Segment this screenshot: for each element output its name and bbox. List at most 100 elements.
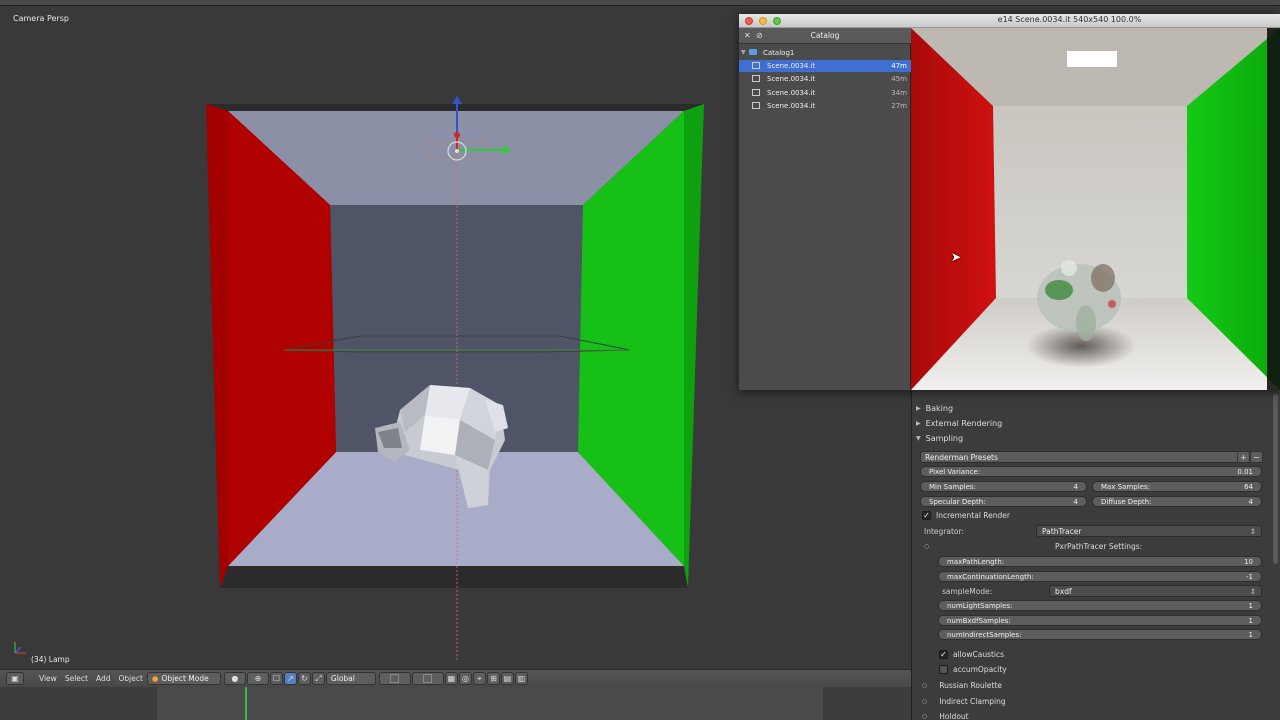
remove-preset-button[interactable]: − — [1250, 451, 1263, 463]
catalog-header: ✕ ⊘ Catalog — [739, 28, 911, 44]
num-bxdf-samples-field[interactable]: numBxdfSamples: 1 — [938, 615, 1262, 626]
collapse-dot-icon: ○ — [922, 682, 928, 689]
max-samples-field[interactable]: Max Samples: 64 — [1092, 481, 1262, 492]
image-icon — [752, 102, 760, 109]
specular-depth-label: Specular Depth: — [929, 497, 986, 506]
pxr-settings-expander[interactable]: ○ — [924, 541, 929, 552]
renderman-presets-menu[interactable]: Renderman Presets⇕ — [920, 451, 1260, 463]
allow-caustics-checkbox[interactable]: ✓ allowCaustics — [939, 649, 1004, 660]
shading-dropdown[interactable]: ● — [223, 672, 246, 685]
indirect-clamping-expander[interactable]: ○ Indirect Clamping — [922, 696, 1006, 707]
holdout-expander[interactable]: ○ Holdout — [922, 711, 969, 720]
catalog-item[interactable]: Scene.0034.it 34m — [739, 87, 911, 99]
expand-triangle-icon: ▼ — [741, 49, 746, 56]
max-samples-label: Max Samples: — [1101, 482, 1150, 491]
render-drawing — [911, 28, 1280, 390]
catalog-root[interactable]: ▼ Catalog1 — [739, 47, 911, 59]
sample-mode-label: sampleMode: — [942, 587, 993, 596]
max-continuation-length-value: -1 — [1246, 572, 1253, 581]
editor-type-button[interactable]: ▣ — [6, 672, 24, 685]
orientation-label: Global — [330, 674, 355, 683]
layer-lock-icon[interactable]: ▦ — [444, 672, 458, 685]
collapse-dot-icon: ○ — [922, 698, 928, 705]
render-icon[interactable]: ▤ — [500, 672, 514, 685]
menu-add[interactable]: Add — [92, 672, 115, 685]
mode-label: Object Mode — [161, 674, 209, 683]
specular-depth-value: 4 — [1073, 497, 1078, 506]
panel-sampling[interactable]: ▼ Sampling — [916, 432, 963, 445]
render-image[interactable]: ➤ — [911, 28, 1280, 390]
panel-external-rendering[interactable]: ▶ External Rendering — [916, 417, 1002, 430]
sample-mode-dropdown[interactable]: bxdf ⇕ — [1049, 585, 1262, 597]
diffuse-depth-field[interactable]: Diffuse Depth: 4 — [1092, 496, 1262, 507]
incremental-render-checkbox[interactable]: ✓ Incremental Render — [922, 510, 1010, 521]
timeline-cursor[interactable] — [245, 687, 247, 720]
add-preset-button[interactable]: + — [1237, 451, 1250, 463]
collapse-dot-icon: ○ — [922, 713, 928, 720]
checkbox-checked-icon: ✓ — [922, 511, 931, 520]
menu-select[interactable]: Select — [61, 672, 92, 685]
catalog-item[interactable]: Scene.0034.it 47m — [739, 60, 911, 72]
timeline-range[interactable] — [157, 687, 823, 720]
catalog-item-age: 47m — [891, 62, 907, 70]
render-anim-icon[interactable]: ▥ — [514, 672, 528, 685]
scale-manipulator-button[interactable]: ⤢ — [311, 672, 325, 685]
diffuse-depth-value: 4 — [1248, 497, 1253, 506]
catalog-item-name: Scene.0034.it — [767, 102, 816, 110]
num-light-samples-value: 1 — [1248, 601, 1253, 610]
min-samples-label: Min Samples: — [929, 482, 976, 491]
max-path-length-field[interactable]: maxPathLength: 10 — [938, 556, 1262, 567]
mouse-cursor-icon: ➤ — [951, 250, 962, 264]
presets-label: Renderman Presets — [925, 452, 998, 462]
pixel-variance-field[interactable]: Pixel Variance: 0.01 — [920, 466, 1262, 477]
panel-baking[interactable]: ▶ Baking — [916, 402, 953, 415]
mode-dropdown[interactable]: ● Object Mode — [146, 672, 221, 685]
min-samples-field[interactable]: Min Samples: 4 — [920, 481, 1087, 492]
accum-opacity-checkbox[interactable]: accumOpacity — [939, 664, 1007, 675]
pixel-variance-label: Pixel Variance: — [929, 467, 981, 476]
blender-app: Camera Persp (34) Lamp ▣ View Select Add… — [0, 0, 1280, 720]
layers-grid-2[interactable] — [411, 672, 444, 685]
render-area-light — [1067, 51, 1117, 67]
holdout-label: Holdout — [939, 712, 969, 720]
menu-view[interactable]: View — [35, 672, 61, 685]
accum-opacity-label: accumOpacity — [953, 665, 1007, 674]
snap-toggle-icon[interactable]: ⌖ — [472, 672, 486, 685]
rotate-manipulator-button[interactable]: ↻ — [297, 672, 311, 685]
pivot-dropdown[interactable]: ⊕ — [246, 672, 269, 685]
specular-depth-field[interactable]: Specular Depth: 4 — [920, 496, 1087, 507]
max-continuation-length-field[interactable]: maxContinuationLength: -1 — [938, 571, 1262, 582]
num-indirect-samples-value: 1 — [1248, 630, 1253, 639]
it-title-bar[interactable]: e14 Scene.0034.it 540x540 100.0% — [739, 14, 1280, 28]
collapse-triangle-icon: ▶ — [916, 420, 921, 427]
active-object-label: (34) Lamp — [31, 655, 70, 664]
timeline[interactable] — [0, 687, 911, 720]
num-indirect-samples-field[interactable]: numIndirectSamples: 1 — [938, 629, 1262, 640]
collapse-dot-icon: ○ — [924, 543, 930, 550]
snap-target-icon[interactable]: ⊞ — [486, 672, 500, 685]
proportional-edit-icon[interactable]: ◎ — [458, 672, 472, 685]
object-mode-icon: ● — [151, 674, 159, 683]
orientation-dropdown[interactable]: Global — [325, 672, 376, 685]
integrator-label: Integrator: — [924, 527, 964, 536]
num-light-samples-field[interactable]: numLightSamples: 1 — [938, 600, 1262, 611]
catalog-item-age: 34m — [891, 89, 907, 97]
integrator-dropdown[interactable]: PathTracer ⇕ — [1036, 525, 1262, 537]
catalog-item[interactable]: Scene.0034.it 27m — [739, 100, 911, 112]
checkbox-unchecked-icon — [939, 665, 948, 674]
catalog-item[interactable]: Scene.0034.it 45m — [739, 73, 911, 85]
collapse-triangle-icon: ▶ — [916, 405, 921, 412]
folder-icon — [749, 49, 757, 55]
catalog-item-name: Scene.0034.it — [767, 75, 816, 83]
sample-mode-value: bxdf — [1055, 586, 1072, 596]
menu-object[interactable]: Object — [114, 672, 146, 685]
translate-manipulator-button[interactable]: ↗ — [283, 672, 297, 685]
panel-external-label: External Rendering — [925, 419, 1003, 428]
min-samples-value: 4 — [1073, 482, 1078, 491]
it-window-title: e14 Scene.0034.it 540x540 100.0% — [997, 15, 1142, 24]
max-path-length-value: 10 — [1244, 557, 1253, 566]
properties-scrollbar[interactable] — [1273, 394, 1278, 564]
manipulator-toggle[interactable]: ☐ — [269, 672, 283, 685]
russian-roulette-expander[interactable]: ○ Russian Roulette — [922, 680, 1002, 691]
layers-grid-1[interactable] — [378, 672, 411, 685]
